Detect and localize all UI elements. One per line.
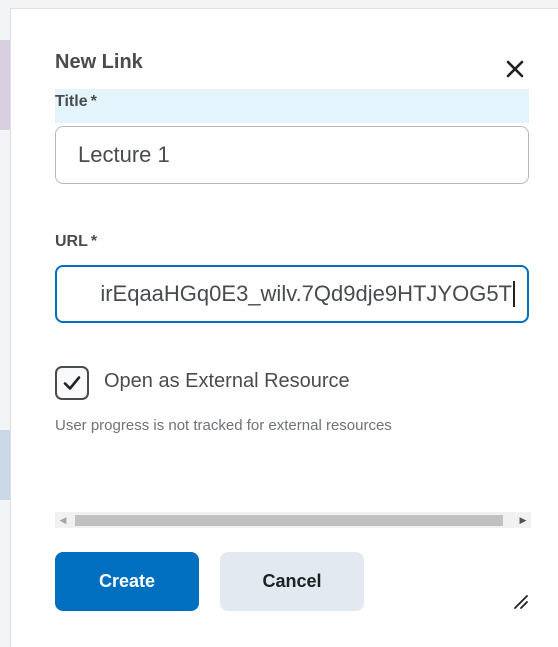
new-link-dialog: New Link Title * Lecture 1 URL * irEqaaHGq… [10,8,558,647]
title-label-highlight [55,89,529,123]
url-label-text: URL [55,233,88,250]
dialog-title: New Link [55,51,143,73]
url-input-value: irEqaaHGq0E3_wilv.7Qd9dje9HTJYOG5T [100,281,512,306]
title-input-value: Lecture 1 [78,142,170,167]
resize-handle-icon[interactable] [511,591,529,609]
external-resource-label[interactable]: Open as External Resource [104,370,350,393]
backdrop-strip [0,430,10,500]
url-field-label: URL * [55,233,97,251]
scroll-left-arrow-icon[interactable]: ◀ [55,512,71,528]
title-input[interactable]: Lecture 1 [55,126,529,184]
scroll-right-arrow-icon[interactable]: ▶ [515,512,531,528]
url-input[interactable]: irEqaaHGq0E3_wilv.7Qd9dje9HTJYOG5T [55,265,529,323]
cancel-button[interactable]: Cancel [220,552,364,611]
external-resource-help-text: User progress is not tracked for externa… [55,417,392,434]
text-cursor [513,281,515,307]
horizontal-scrollbar[interactable]: ◀ ▶ [55,512,531,528]
create-button[interactable]: Create [55,552,199,611]
backdrop-strip [0,40,10,130]
close-icon [506,60,524,78]
required-mark: * [90,233,98,250]
title-field-label: Title * [55,93,97,111]
required-mark: * [90,93,97,110]
title-label-text: Title [55,93,88,110]
close-button[interactable] [501,55,529,83]
scrollbar-thumb[interactable] [75,515,503,526]
external-resource-checkbox[interactable] [55,366,89,400]
checkmark-icon [63,376,81,390]
